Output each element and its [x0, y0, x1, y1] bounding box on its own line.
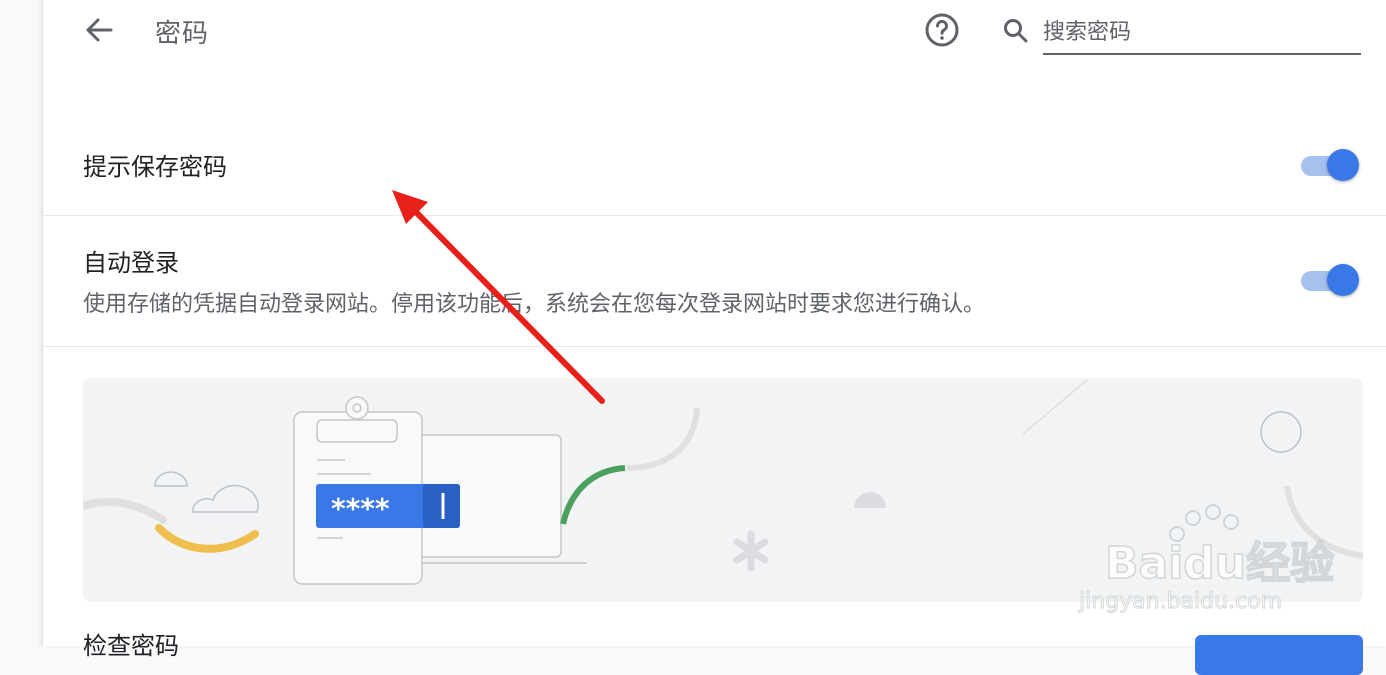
passwords-page: 密码 提示保存密码 自动登录 使用存储的凭据自动登录网站。停用该功能后，系统会在…: [42, 0, 1386, 675]
toggle-knob: [1327, 149, 1359, 181]
auto-sign-in-row: 自动登录 使用存储的凭据自动登录网站。停用该功能后，系统会在您每次登录网站时要求…: [43, 216, 1386, 347]
help-button[interactable]: [923, 11, 961, 49]
offer-to-save-label: 提示保存密码: [83, 153, 227, 181]
search-input[interactable]: [1043, 12, 1361, 55]
arrow-left-icon: [86, 18, 113, 42]
search-box: [1001, 12, 1361, 56]
watermark-brand: Baidu经验: [1105, 538, 1334, 589]
page-title: 密码: [155, 19, 210, 49]
offer-to-save-toggle[interactable]: [1299, 148, 1363, 182]
toggle-knob: [1327, 264, 1359, 296]
password-mask-text: ****: [331, 492, 390, 525]
offer-to-save-passwords-row: 提示保存密码: [43, 120, 1386, 216]
auto-sign-in-label: 自动登录: [83, 249, 179, 277]
check-passwords-label: 检查密码: [83, 632, 179, 660]
page-header: 密码: [43, 0, 1386, 70]
help-circle-icon: [925, 13, 959, 47]
watermark-url: jingyan.baidu.com: [1078, 589, 1282, 614]
auto-sign-in-description: 使用存储的凭据自动登录网站。停用该功能后，系统会在您每次登录网站时要求您进行确认…: [83, 292, 986, 317]
back-button[interactable]: [81, 12, 117, 48]
check-passwords-button[interactable]: [1195, 635, 1363, 675]
baidu-watermark: Baidu经验 jingyan.baidu.com: [1078, 504, 1335, 615]
search-icon: [1004, 19, 1028, 43]
auto-sign-in-toggle[interactable]: [1299, 263, 1363, 297]
